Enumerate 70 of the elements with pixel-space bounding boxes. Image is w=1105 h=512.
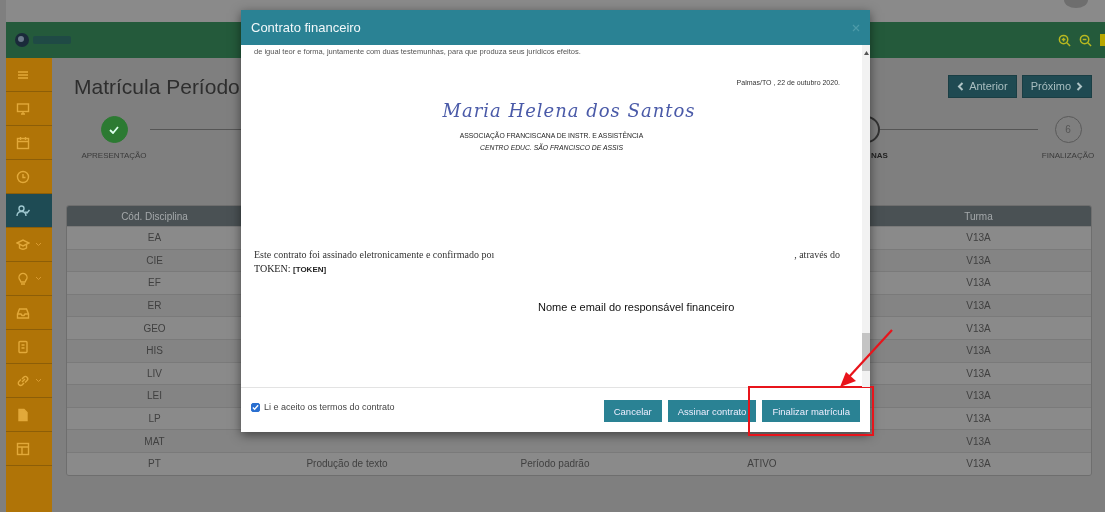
signature-statement: , através do	[794, 249, 840, 260]
annotation-note: Nome e email do responsável financeiro	[538, 301, 735, 313]
signature: Maria Helena dos Santos	[441, 100, 697, 121]
dialog-button[interactable]: Cancelar	[603, 400, 662, 422]
checkbox[interactable]	[251, 402, 260, 412]
table-cell: V13A	[966, 254, 991, 266]
inbox-icon	[16, 305, 30, 320]
page-title: Matrícula Período	[73, 75, 240, 99]
table-cell: V13A	[966, 367, 991, 379]
table-cell: LIV	[147, 367, 162, 379]
table-cell: V13A	[966, 232, 991, 244]
user-icon	[16, 203, 30, 218]
logo-icon	[14, 32, 74, 48]
table-cell: ATIVO	[747, 458, 777, 470]
check-icon	[109, 125, 119, 134]
table-cell: V13A	[966, 345, 991, 357]
zoom-in-icon[interactable]	[1058, 33, 1071, 47]
scroll-thumb[interactable]	[862, 333, 870, 371]
table-cell: V13A	[966, 458, 991, 470]
table-cell: V13A	[966, 435, 991, 447]
cap-icon	[16, 237, 30, 252]
step-label: FINALIZAÇÃO	[1041, 151, 1095, 160]
table-cell: V13A	[966, 300, 991, 312]
calendar-icon	[16, 135, 30, 150]
table-cell: V13A	[966, 277, 991, 289]
table-cell: EF	[148, 277, 161, 289]
column-header: Cód. Disciplina	[120, 210, 189, 222]
chevron-icon	[35, 276, 42, 281]
dialog-title: Contrato financeiro	[251, 20, 361, 35]
table-cell: EA	[147, 232, 162, 244]
table-cell: ER	[147, 300, 162, 312]
monitor-icon	[16, 101, 30, 116]
token-line: TOKEN: [TOKEN]	[254, 263, 328, 274]
table-cell: CIE	[146, 254, 163, 266]
table-cell: PT	[148, 458, 161, 470]
chevron-icon	[35, 242, 42, 247]
accept-checkbox[interactable]: Li e aceito os termos do contrato	[251, 402, 395, 412]
dialog-button[interactable]: Assinar contrato	[667, 400, 757, 422]
table-cell: HIS	[146, 345, 163, 357]
check-icon	[252, 403, 259, 411]
sidebar-item[interactable]	[6, 194, 52, 228]
clock-icon	[16, 169, 30, 184]
step-label: APRESENTAÇÃO	[81, 151, 147, 160]
nav-button[interactable]: Próximo	[1021, 74, 1092, 98]
table-cell: Período padrão	[520, 458, 590, 470]
bulb-icon	[16, 271, 30, 286]
close-icon[interactable]	[852, 23, 860, 32]
table-cell: MAT	[144, 435, 165, 447]
dialog-button[interactable]: Finalizar matrícula	[762, 400, 860, 422]
doc-icon	[16, 339, 30, 354]
nav-button[interactable]: Anterior	[948, 74, 1017, 98]
layout-icon	[16, 441, 30, 456]
chevron-right-icon	[1076, 81, 1083, 91]
table-cell: Produção de texto	[306, 458, 388, 470]
link-icon	[16, 373, 30, 388]
step-label: NAS	[871, 151, 888, 160]
chevron-icon	[35, 378, 42, 383]
table-cell: LP	[148, 413, 161, 425]
table-cell: LEI	[147, 390, 162, 402]
zoom-out-icon[interactable]	[1079, 33, 1092, 47]
table-cell: V13A	[966, 390, 991, 402]
table-cell: GEO	[143, 322, 166, 334]
scrollbar[interactable]	[862, 45, 870, 387]
scroll-up-icon[interactable]	[863, 51, 869, 55]
file-icon	[16, 407, 30, 422]
table-cell: V13A	[966, 322, 991, 334]
signature-statement: Este contrato foi assinado eletronicamente e confirmado poı	[254, 249, 495, 260]
column-header: Turma	[963, 210, 994, 222]
chevron-left-icon	[957, 81, 965, 91]
table-cell: V13A	[966, 413, 991, 425]
